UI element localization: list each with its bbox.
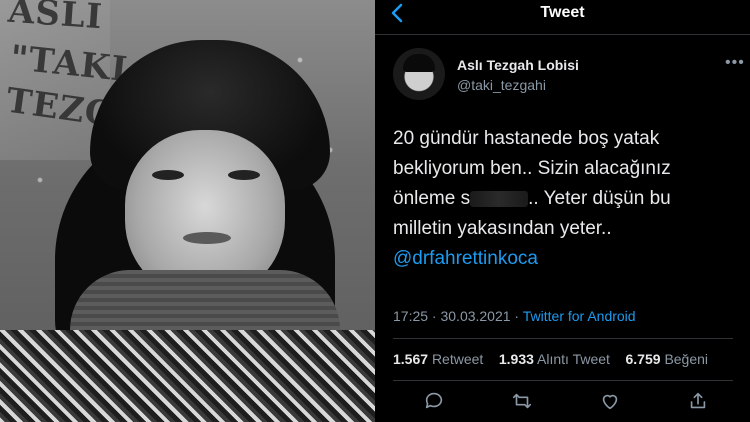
comment-icon[interactable] (423, 390, 449, 416)
tweet-text-line: 20 gündür hastanede boş yatak (393, 128, 660, 149)
retweet-label[interactable]: Retweet (432, 351, 483, 367)
coat (0, 330, 375, 422)
author-name[interactable]: Aslı Tezgah Lobisi (457, 57, 579, 73)
eye (228, 170, 260, 180)
tweet-source[interactable]: Twitter for Android (523, 308, 636, 324)
like-count[interactable]: 6.759 (626, 351, 661, 367)
tweet-stats: 1.567 Retweet 1.933 Alıntı Tweet 6.759 B… (393, 351, 708, 367)
tweet-text-line: bekliyorum ben.. Sizin alacağınız (393, 158, 671, 179)
eye (152, 170, 184, 180)
retweet-count[interactable]: 1.567 (393, 351, 428, 367)
redacted-word (470, 190, 529, 207)
tweet-text-fragment: önleme s (393, 188, 471, 209)
page-title: Tweet (540, 4, 585, 21)
sign-text: ASLI (6, 0, 105, 38)
profile-photo: ASLI "TAKI TEZG (0, 0, 375, 422)
tweet-panel: Tweet Aslı Tezgah Lobisi @taki_tezgahi •… (375, 0, 750, 422)
tweet-meta: 17:25 · 30.03.2021 · Twitter for Android (393, 308, 636, 324)
tweet-text: 20 gündür hastanede boş yatak bekliyorum… (393, 124, 738, 274)
top-bar: Tweet (375, 0, 750, 28)
tweet-text-fragment: .. Yeter düşün bu (528, 188, 671, 209)
divider (393, 338, 733, 339)
divider (393, 380, 733, 381)
lips (183, 232, 231, 244)
tweet-text-line: önleme s .. Yeter düşün bu (393, 184, 738, 214)
author-handle[interactable]: @taki_tezgahi (457, 77, 546, 93)
quote-label[interactable]: Alıntı Tweet (537, 351, 610, 367)
share-icon[interactable] (687, 390, 713, 416)
retweet-icon[interactable] (511, 390, 537, 416)
action-bar (375, 390, 750, 418)
tweet-timestamp: 17:25 · 30.03.2021 · (393, 308, 520, 324)
divider (375, 34, 750, 35)
avatar[interactable] (393, 48, 445, 100)
mention-link[interactable]: @drfahrettinkoca (393, 244, 738, 274)
heart-icon[interactable] (599, 390, 625, 416)
tweet-text-line: milletin yakasından yeter.. (393, 218, 612, 239)
quote-count[interactable]: 1.933 (499, 351, 534, 367)
more-horizontal-icon[interactable]: ••• (725, 54, 745, 72)
like-label[interactable]: Beğeni (664, 351, 708, 367)
